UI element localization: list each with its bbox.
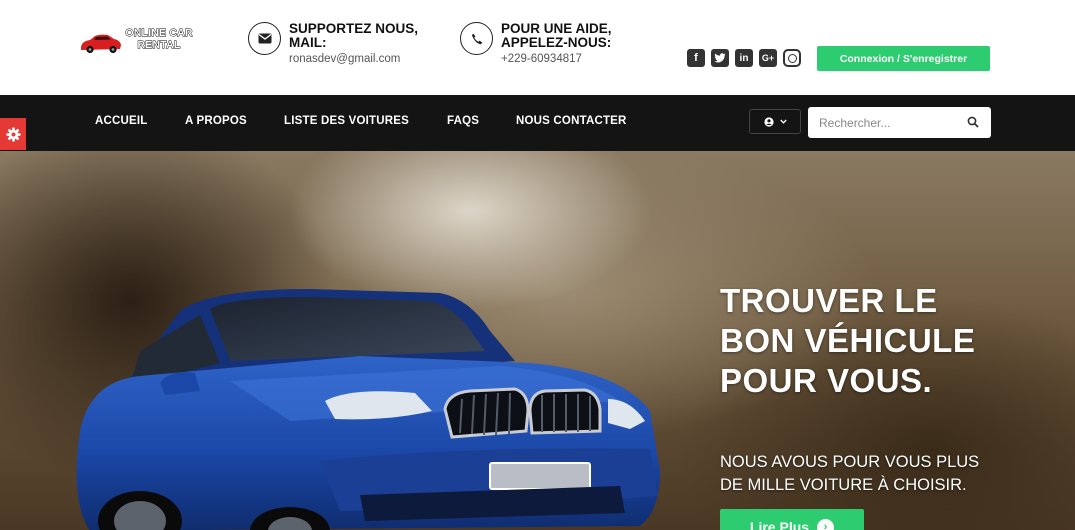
facebook-icon[interactable]: f (687, 49, 705, 67)
phone-icon (460, 22, 493, 55)
hero-title: TROUVER LE BON VÉHICULE POUR VOUS. (720, 282, 976, 399)
settings-toggle[interactable] (0, 118, 26, 150)
nav-item-nous-contacter[interactable]: NOUS CONTACTER (516, 115, 627, 127)
linkedin-icon[interactable]: in (735, 49, 753, 67)
page-scrollbar-gutter (1060, 0, 1075, 95)
top-header: ONLINE CAR RENTAL SUPPORTEZ NOUS, MAIL: … (0, 0, 1060, 95)
nav-item-a-propos[interactable]: A PROPOS (185, 115, 247, 127)
envelope-icon (248, 22, 281, 55)
email-title: SUPPORTEZ NOUS, MAIL: (289, 21, 419, 50)
user-menu-button[interactable] (749, 109, 801, 134)
twitter-icon[interactable] (711, 49, 729, 67)
email-value[interactable]: ronasdev@gmail.com (289, 53, 400, 65)
hero-subtitle: NOUS AVOUS POUR VOUS PLUS DE MILLE VOITU… (720, 453, 980, 494)
search-icon[interactable] (967, 116, 979, 128)
instagram-icon[interactable] (783, 49, 801, 67)
google-plus-icon[interactable]: G+ (759, 49, 777, 67)
gear-icon (5, 126, 21, 142)
logo-text: ONLINE CAR RENTAL (125, 27, 193, 52)
nav-item-liste-des-voitures[interactable]: LISTE DES VOITURES (284, 115, 409, 127)
hero-banner: TROUVER LE BON VÉHICULE POUR VOUS. NOUS … (0, 151, 1075, 530)
search-box (808, 107, 991, 138)
login-register-button[interactable]: Connexion / S'enregistrer (817, 46, 990, 71)
phone-value[interactable]: +229-60934817 (501, 53, 582, 65)
chevron-right-icon: › (817, 518, 835, 530)
nav-item-faqs[interactable]: FAQS (447, 115, 479, 127)
nav-item-accueil[interactable]: ACCUEIL (95, 115, 148, 127)
user-icon (763, 116, 774, 127)
search-input[interactable] (808, 107, 958, 138)
main-navbar: ACCUEIL A PROPOS LISTE DES VOITURES FAQS… (0, 95, 1075, 151)
read-more-button[interactable]: Lire Plus › (720, 509, 864, 530)
car-logo-icon (81, 34, 121, 54)
chevron-down-icon (779, 119, 787, 124)
hero-suv-image (76, 289, 660, 530)
phone-title: POUR UNE AIDE, APPELEZ-NOUS: (501, 21, 612, 50)
site-logo[interactable]: ONLINE CAR RENTAL (78, 26, 203, 56)
read-more-label: Lire Plus (749, 519, 810, 530)
social-links: f in G+ (687, 49, 801, 67)
